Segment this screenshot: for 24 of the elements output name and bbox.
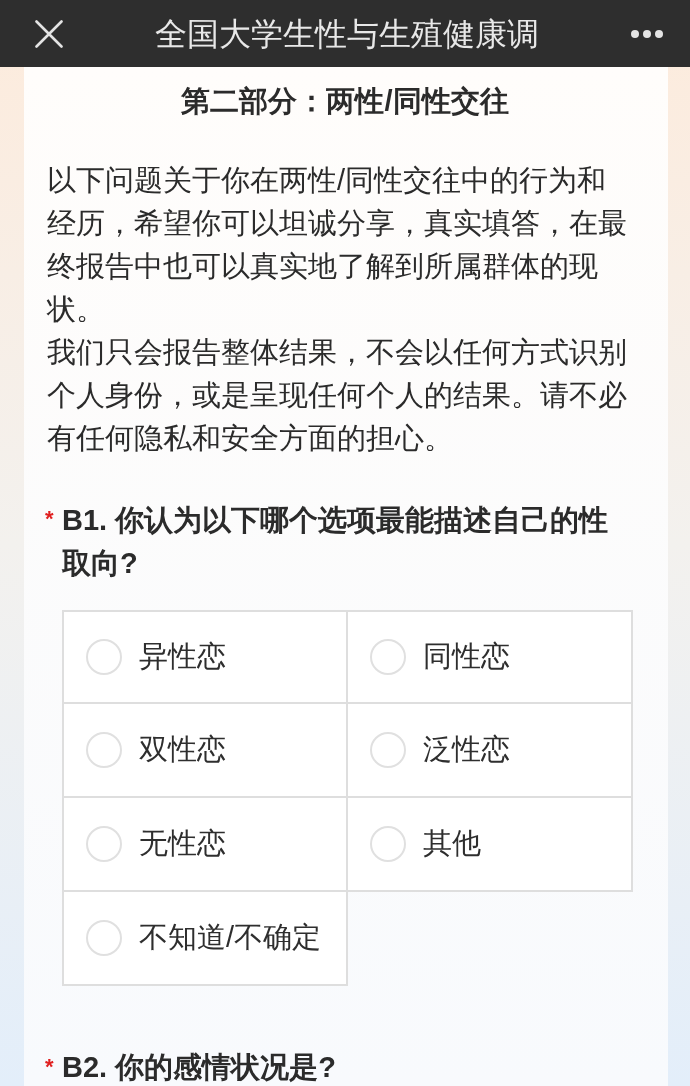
required-asterisk: * <box>45 505 55 533</box>
question-title: B1. 你认为以下哪个选项最能描述自己的性取向? <box>62 503 610 581</box>
radio-option[interactable]: 双性恋 <box>62 704 348 798</box>
question-title: B2. 你的感情状况是? <box>62 1052 337 1083</box>
radio-icon[interactable] <box>86 826 122 862</box>
intro-paragraph: 以下问题关于你在两性/同性交往中的行为和经历，希望你可以坦诚分享，真实填答，在最终报告中也可以真实地了解到所属群体的现状。 <box>47 163 628 327</box>
close-icon[interactable] <box>35 19 63 48</box>
radio-icon[interactable] <box>369 639 406 675</box>
radio-icon[interactable] <box>86 920 122 956</box>
radio-icon[interactable] <box>86 732 122 768</box>
radio-icon[interactable] <box>369 732 406 768</box>
radio-option[interactable]: 其他 <box>347 798 633 892</box>
radio-icon[interactable] <box>86 639 122 675</box>
radio-option[interactable]: 无性恋 <box>62 798 348 892</box>
page-title: 全国大学生性与生殖健康调 <box>155 14 539 54</box>
radio-option[interactable]: 不知道/不确定 <box>62 892 348 986</box>
section-title: 第二部分：两性/同性交往 <box>180 84 510 119</box>
radio-option[interactable]: 同性恋 <box>347 610 633 704</box>
more-icon[interactable] <box>631 29 663 38</box>
radio-icon[interactable] <box>369 826 406 862</box>
required-asterisk: * <box>45 1053 55 1078</box>
radio-option[interactable]: 异性恋 <box>62 610 348 704</box>
intro-paragraph: 我们只会报告整体结果，不会以任何方式识别个人身份，或是呈现任何个人的结果。请不必有任何隐私和安全方面的担心。 <box>47 335 628 456</box>
radio-option[interactable]: 泛性恋 <box>347 704 633 798</box>
